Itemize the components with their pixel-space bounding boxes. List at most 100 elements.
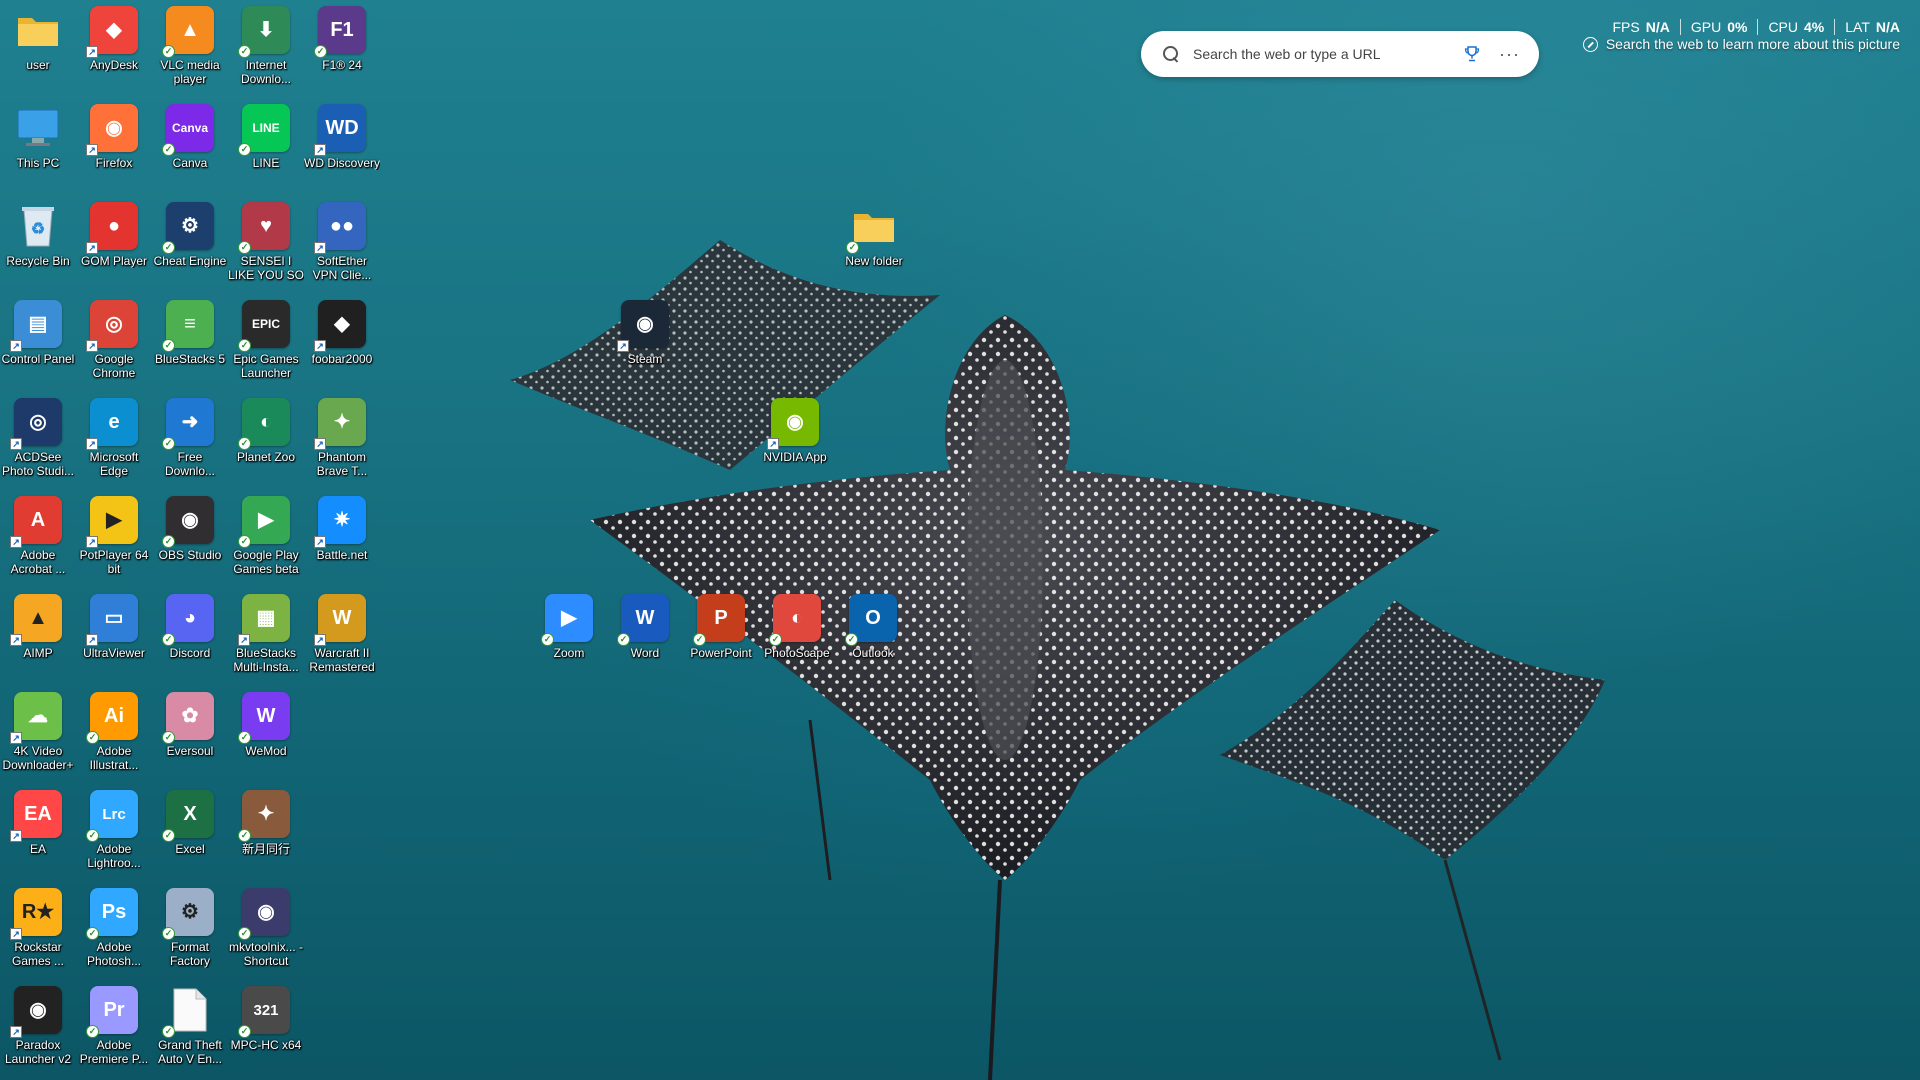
- shortcut-arrow-icon: ↗: [617, 340, 629, 352]
- desktop-shortcut-ea[interactable]: EA ↗ EA: [0, 784, 76, 882]
- sync-check-icon: ✓: [162, 1025, 175, 1038]
- desktop-shortcut-wemod[interactable]: W ✓ WeMod: [228, 686, 304, 784]
- desktop-shortcut-f1-24[interactable]: F1 ✓ F1® 24: [304, 0, 380, 98]
- desktop-shortcut-edge[interactable]: e ↗ Microsoft Edge: [76, 392, 152, 490]
- desktop-shortcut-epic-games[interactable]: EPIC ✓ Epic Games Launcher: [228, 294, 304, 392]
- desktop-shortcut-vlc[interactable]: ▲ ✓ VLC media player: [152, 0, 228, 98]
- desktop-shortcut-mpc-hc[interactable]: 321 ✓ MPC-HC x64: [228, 980, 304, 1078]
- desktop-shortcut-discord[interactable]: ◕ ✓ Discord: [152, 588, 228, 686]
- desktop-shortcut-free-download-manager[interactable]: ➜ ✓ Free Downlo...: [152, 392, 228, 490]
- desktop-shortcut-folder[interactable]: user: [0, 0, 76, 98]
- shortcut-arrow-icon: ↗: [10, 536, 22, 548]
- desktop-shortcut-word[interactable]: W ✓ Word: [607, 588, 683, 686]
- desktop-shortcut-photoscape[interactable]: ◐ ✓ PhotoScape: [759, 588, 835, 686]
- discord-icon: ◕ ✓: [162, 594, 214, 646]
- monitor-icon: [14, 104, 62, 152]
- f1-24-icon-glyph: F1: [330, 19, 354, 41]
- desktop-shortcut-google-play-games[interactable]: ▶ ✓ Google Play Games beta: [228, 490, 304, 588]
- desktop-shortcut-anydesk[interactable]: ◆ ↗ AnyDesk: [76, 0, 152, 98]
- desktop-shortcut-acrobat[interactable]: A ↗ Adobe Acrobat ...: [0, 490, 76, 588]
- game-xinyue-icon: ✦ ✓: [238, 790, 290, 842]
- desktop-shortcut-bluestacks[interactable]: ≡ ✓ BlueStacks 5: [152, 294, 228, 392]
- desktop-shortcut-label: This PC: [16, 156, 60, 170]
- desktop-shortcut-premiere[interactable]: Pr ✓ Adobe Premiere P...: [76, 980, 152, 1078]
- control-panel-icon: ▤ ↗: [10, 300, 62, 352]
- desktop-shortcut-rockstar[interactable]: R★ ↗ Rockstar Games ...: [0, 882, 76, 980]
- sync-check-icon: ✓: [86, 829, 99, 842]
- internet-download-manager-icon: ⬇ ✓: [238, 6, 290, 58]
- desktop-shortcut-format-factory[interactable]: ⚙ ✓ Format Factory: [152, 882, 228, 980]
- rockstar-icon: R★ ↗: [10, 888, 62, 940]
- cpu-label: CPU: [1768, 19, 1798, 35]
- desktop-shortcut-game-xinyue[interactable]: ✦ ✓ 新月同行: [228, 784, 304, 882]
- desktop-shortcut-planet-zoo[interactable]: ◐ ✓ Planet Zoo: [228, 392, 304, 490]
- premiere-icon: Pr ✓: [86, 986, 138, 1038]
- desktop-shortcut-potplayer[interactable]: ▶ ↗ PotPlayer 64 bit: [76, 490, 152, 588]
- planet-zoo-icon-glyph: ◐: [259, 411, 273, 433]
- phantom-brave-icon-glyph: ✦: [333, 411, 351, 433]
- desktop-shortcut-illustrator[interactable]: Ai ✓ Adobe Illustrat...: [76, 686, 152, 784]
- shortcut-arrow-icon: ↗: [86, 438, 98, 450]
- desktop-shortcut-obs[interactable]: ◉ ✓ OBS Studio: [152, 490, 228, 588]
- sync-check-icon: ✓: [162, 829, 175, 842]
- desktop-shortcut-bluestacks-multi-instance[interactable]: ▦ ↗ BlueStacks Multi-Insta...: [228, 588, 304, 686]
- desktop-shortcut-lightroom[interactable]: Lrc ✓ Adobe Lightroo...: [76, 784, 152, 882]
- desktop-shortcut-phantom-brave[interactable]: ✦ ↗ Phantom Brave T...: [304, 392, 380, 490]
- web-search-bar[interactable]: ···: [1141, 31, 1539, 77]
- desktop-shortcut-acdsee[interactable]: ◎ ↗ ACDSee Photo Studi...: [0, 392, 76, 490]
- desktop-shortcut-softether-vpn[interactable]: ●● ↗ SoftEther VPN Clie...: [304, 196, 380, 294]
- desktop-shortcut-excel[interactable]: X ✓ Excel: [152, 784, 228, 882]
- google-play-games-icon: ▶ ✓: [238, 496, 290, 548]
- desktop-shortcut-recycle-bin[interactable]: ♻ Recycle Bin: [0, 196, 76, 294]
- search-input[interactable]: [1193, 46, 1453, 62]
- desktop-shortcut-line[interactable]: LINE ✓ LINE: [228, 98, 304, 196]
- desktop-shortcut-folder[interactable]: ✓ New folder: [836, 196, 912, 294]
- desktop-shortcut-control-panel[interactable]: ▤ ↗ Control Panel: [0, 294, 76, 392]
- desktop-shortcut-label: PowerPoint: [690, 646, 752, 660]
- desktop-shortcut-monitor[interactable]: This PC: [0, 98, 76, 196]
- desktop-shortcut-ultraviewer[interactable]: ▭ ↗ UltraViewer: [76, 588, 152, 686]
- lightroom-icon: Lrc ✓: [86, 790, 138, 842]
- desktop-shortcut-powerpoint[interactable]: P ✓ PowerPoint: [683, 588, 759, 686]
- desktop-shortcut-4k-video-downloader[interactable]: ☁ ↗ 4K Video Downloader+: [0, 686, 76, 784]
- wd-discovery-icon-glyph: WD: [325, 117, 359, 139]
- rewards-trophy-icon[interactable]: [1463, 45, 1481, 63]
- ea-icon: EA ↗: [10, 790, 62, 842]
- aimp-icon-glyph: ▲: [28, 607, 48, 629]
- desktop-shortcut-paradox[interactable]: ◉ ↗ Paradox Launcher v2: [0, 980, 76, 1078]
- folder-icon: [14, 6, 62, 54]
- desktop-shortcut-mkvtoolnix[interactable]: ◉ ✓ mkvtoolnix... - Shortcut: [228, 882, 304, 980]
- desktop-shortcut-internet-download-manager[interactable]: ⬇ ✓ Internet Downlo...: [228, 0, 304, 98]
- desktop-shortcut-eversoul[interactable]: ✿ ✓ Eversoul: [152, 686, 228, 784]
- desktop-shortcut-warcraft[interactable]: W ↗ Warcraft II Remastered: [304, 588, 380, 686]
- desktop-shortcut-wd-discovery[interactable]: WD ↗ WD Discovery: [304, 98, 380, 196]
- desktop-shortcut-photoshop[interactable]: Ps ✓ Adobe Photosh...: [76, 882, 152, 980]
- desktop-shortcut-label: foobar2000: [311, 352, 373, 366]
- desktop-shortcut-label: AIMP: [23, 646, 53, 660]
- gom-player-icon-glyph: ●: [107, 215, 121, 237]
- sync-check-icon: ✓: [238, 241, 251, 254]
- desktop-shortcut-firefox[interactable]: ◉ ↗ Firefox: [76, 98, 152, 196]
- desktop-shortcut-chrome[interactable]: ◎ ↗ Google Chrome: [76, 294, 152, 392]
- learn-about-picture-link[interactable]: Search the web to learn more about this …: [1582, 36, 1900, 52]
- desktop-shortcut-game-anime[interactable]: ♥✓SENSEI I LIKE YOU SO M...: [228, 196, 304, 294]
- zoom-icon: ▶ ✓: [541, 594, 593, 646]
- desktop-shortcut-label: Canva: [172, 156, 208, 170]
- desktop-shortcut-label: 4K Video Downloader+: [2, 744, 74, 772]
- desktop-shortcut-steam[interactable]: ◉ ↗ Steam: [607, 294, 683, 392]
- desktop-shortcut-label: Paradox Launcher v2: [4, 1038, 72, 1066]
- desktop-shortcut-nvidia[interactable]: ◉ ↗ NVIDIA App: [757, 392, 833, 490]
- desktop-shortcut-zoom[interactable]: ▶ ✓ Zoom: [531, 588, 607, 686]
- desktop-shortcut-battlenet[interactable]: ✷ ↗ Battle.net: [304, 490, 380, 588]
- desktop-shortcut-outlook[interactable]: O ✓ Outlook: [835, 588, 911, 686]
- desktop-shortcut-gom-player[interactable]: ● ↗ GOM Player: [76, 196, 152, 294]
- desktop-shortcut-file[interactable]: ✓ Grand Theft Auto V En...: [152, 980, 228, 1078]
- desktop-shortcut-foobar2000[interactable]: ◆ ↗ foobar2000: [304, 294, 380, 392]
- bluestacks-icon: ≡ ✓: [162, 300, 214, 352]
- desktop-shortcut-label: Adobe Photosh...: [86, 940, 142, 968]
- more-options-icon[interactable]: ···: [1499, 45, 1520, 63]
- learn-about-picture-text: Search the web to learn more about this …: [1605, 36, 1900, 52]
- desktop-shortcut-aimp[interactable]: ▲ ↗ AIMP: [0, 588, 76, 686]
- desktop-shortcut-canva[interactable]: Canva ✓ Canva: [152, 98, 228, 196]
- desktop-shortcut-cheat-engine[interactable]: ⚙ ✓ Cheat Engine: [152, 196, 228, 294]
